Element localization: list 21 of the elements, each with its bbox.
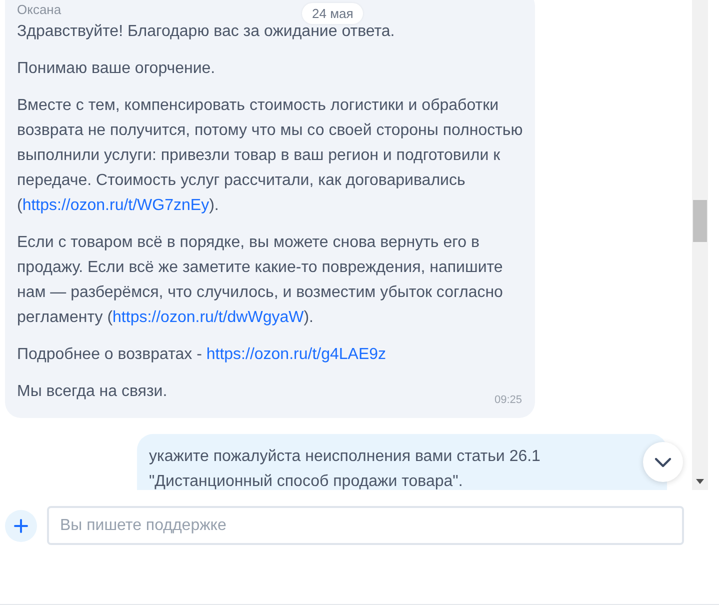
attach-button[interactable] <box>5 510 37 542</box>
message-text: укажите пожалуйста неисполнения вами статьи 26.1 "Дистанционный способ продажи товара". <box>149 447 542 490</box>
message-input[interactable]: Вы пишете поддержке <box>47 506 684 545</box>
scroll-down-button[interactable] <box>643 442 683 482</box>
message-text: Вместе с тем, компенсировать стоимость логистики и обработки возврата не получится, потому что мы со своей стороны полностью выполнили услуги: привезли товар в ваш регион и подготовили к передаче. Стоимость услуг рассчитали, как договаривались (https://ozon.ru/t/WG7znEy). <box>17 96 523 216</box>
message-text: Понимаю ваше огорчение. <box>17 59 216 79</box>
message-text: Если с товаром всё в порядке, вы можете снова вернуть его в продажу. Если всё же заметите какие-то повреждения, напишите нам — разберёмся, что случилось, и возместим убыток согласно регламенту (https://ozon.ru/t/dwWgyaW). <box>17 233 504 328</box>
message-time: 09:25 <box>494 394 522 406</box>
sender-name: Оксана <box>17 2 62 17</box>
message-text: Подробнее о возвратах - https://ozon.ru/t/g4LAE9z <box>17 345 386 365</box>
message-link[interactable]: https://ozon.ru/t/g4LAE9z <box>206 346 386 363</box>
scrollbar[interactable] <box>692 0 708 490</box>
message-text: Мы всегда на связи. <box>17 382 168 402</box>
chevron-down-icon <box>654 456 672 468</box>
scrollbar-thumb[interactable] <box>693 200 707 242</box>
message-text: Здравствуйте! Благодарю вас за ожидание ответа. <box>17 22 395 42</box>
scroll-down-arrow-icon[interactable] <box>696 479 704 484</box>
date-badge: 24 мая <box>302 3 364 24</box>
plus-icon <box>14 518 28 532</box>
message-link[interactable]: https://ozon.ru/t/WG7znEy <box>22 197 210 214</box>
message-link[interactable]: https://ozon.ru/t/dwWgyaW <box>112 309 304 326</box>
